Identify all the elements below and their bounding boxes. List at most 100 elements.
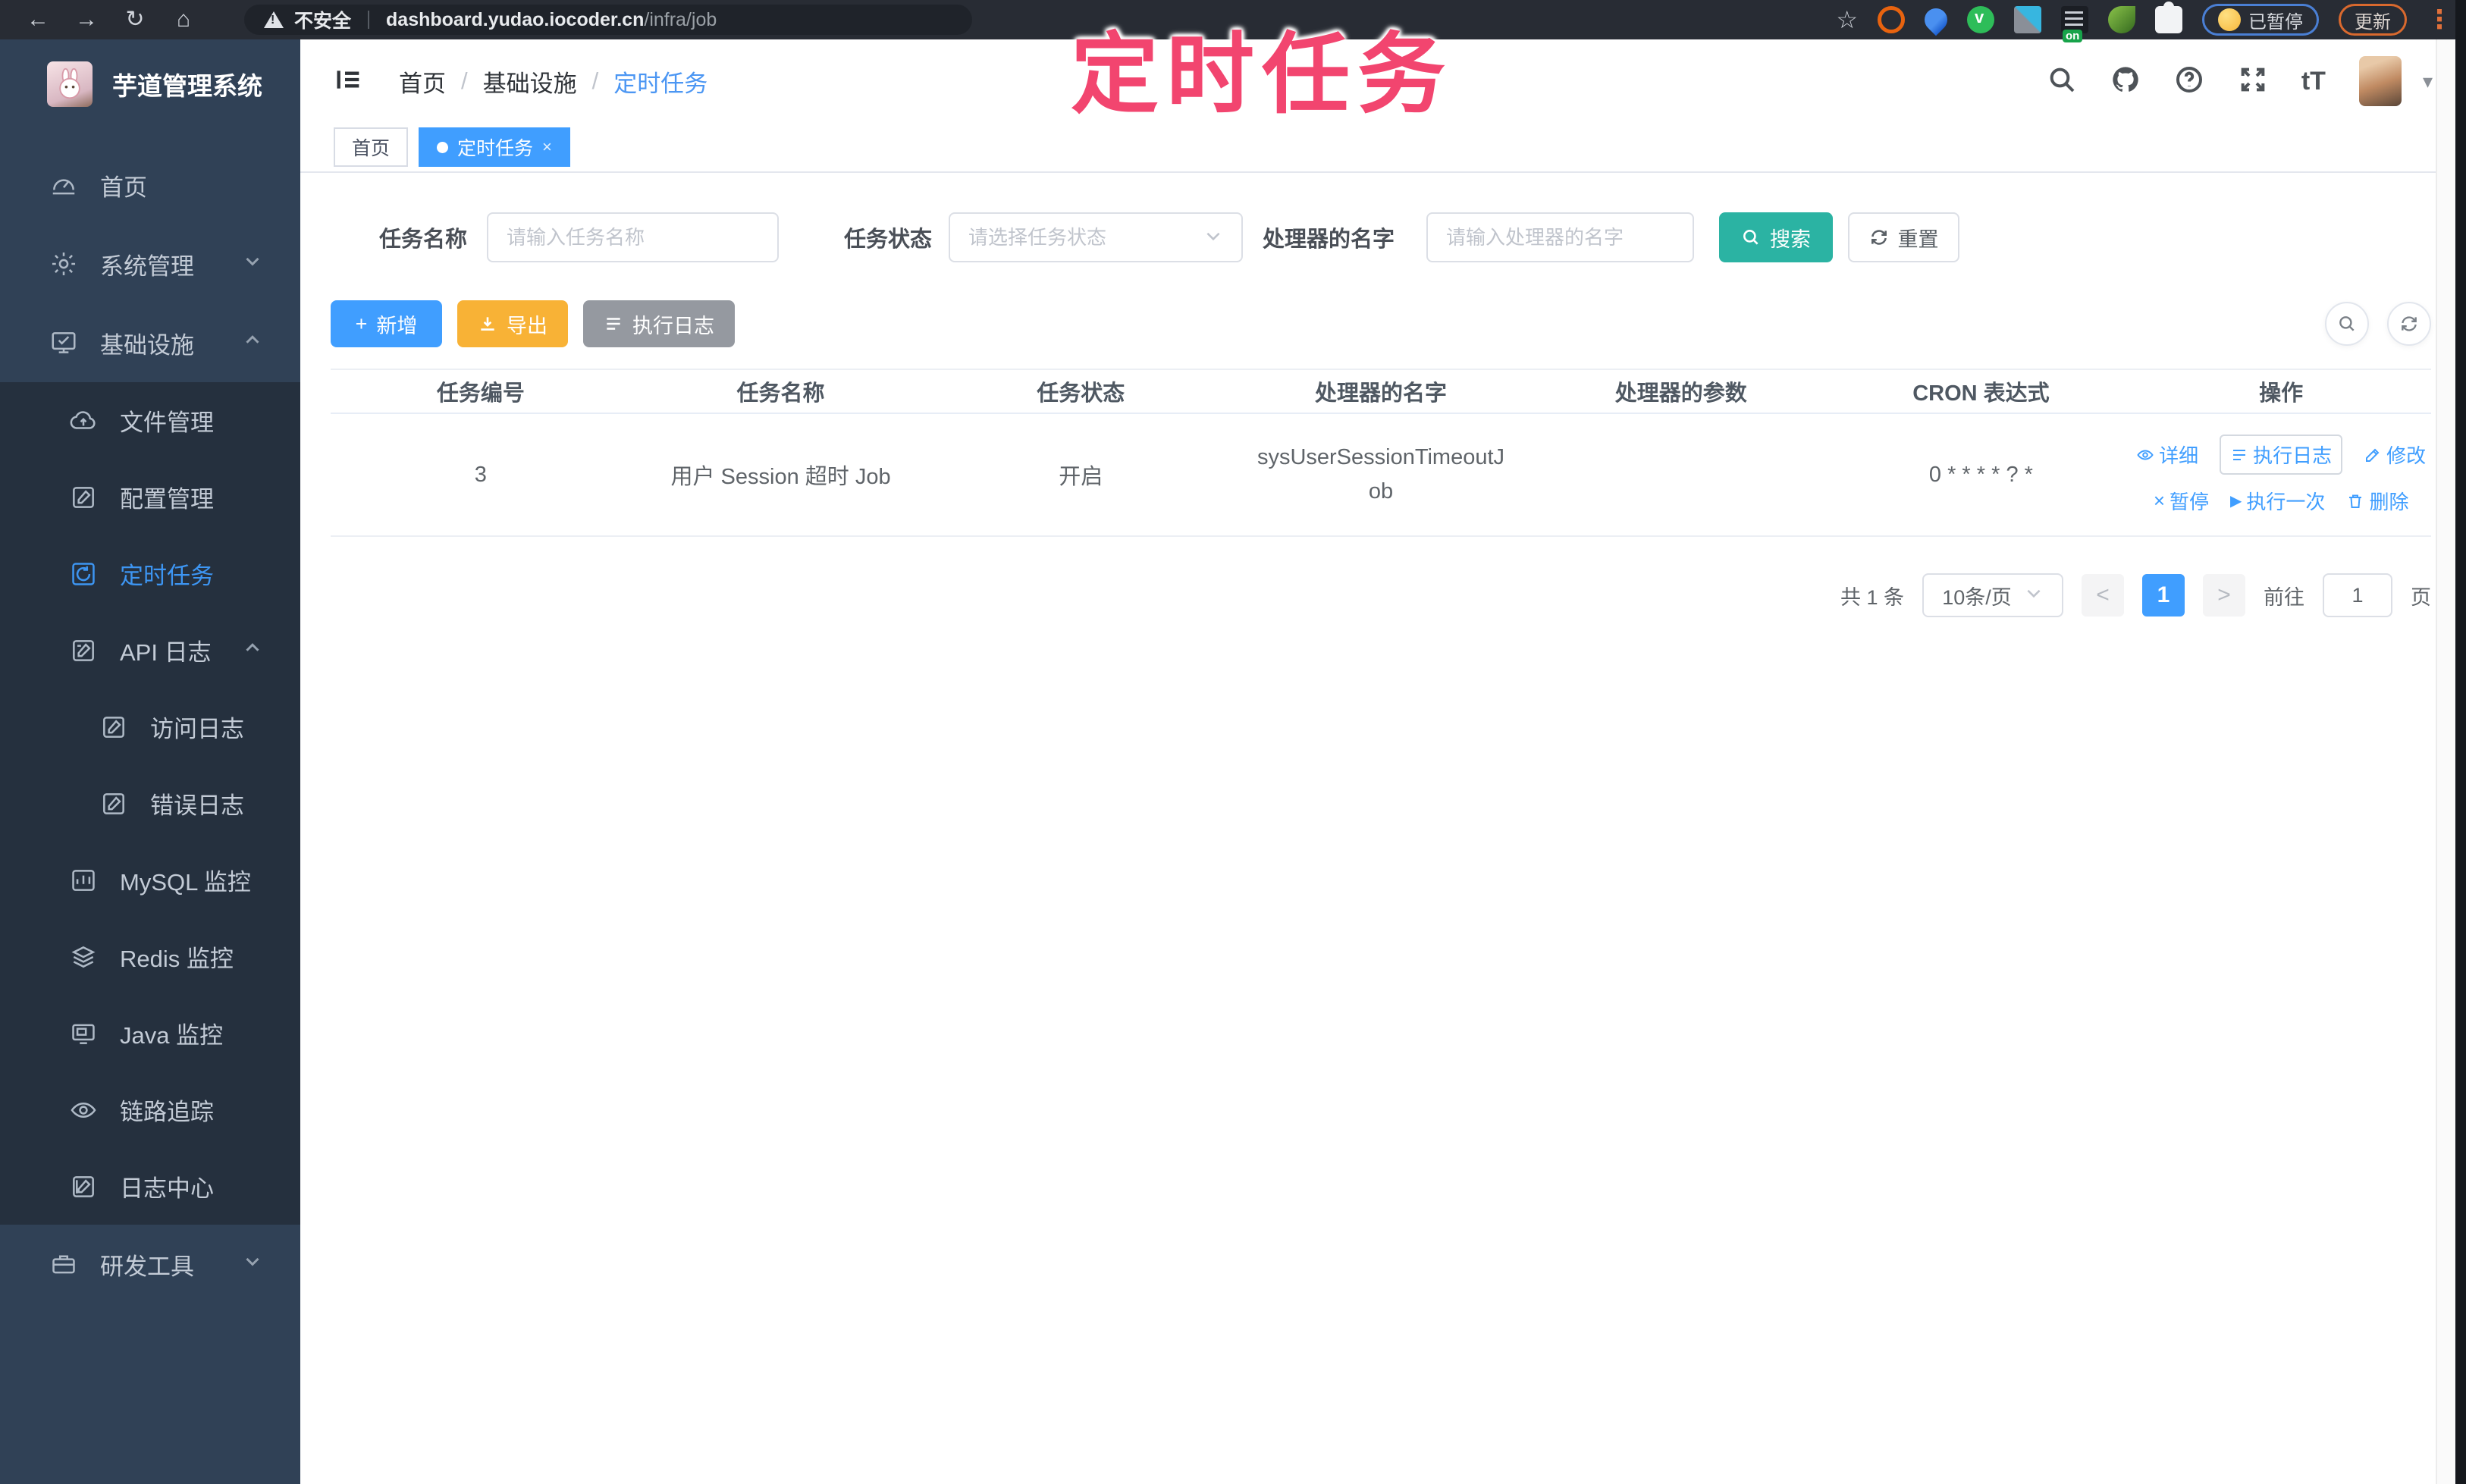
sidebar-item-7[interactable]: API 日志	[0, 612, 300, 689]
job-log-button[interactable]: 执行日志	[583, 300, 735, 347]
address-bar[interactable]: 不安全 dashboard.yudao.iocoder.cn/infra/job	[244, 5, 972, 35]
pencil-icon	[2364, 446, 2382, 464]
github-icon[interactable]	[2110, 64, 2141, 99]
show-search-circle-button[interactable]	[2325, 302, 2369, 346]
extension-orange-icon[interactable]	[1878, 6, 1905, 33]
action-删除[interactable]: 删除	[2346, 487, 2408, 515]
column-header-6: CRON 表达式	[1831, 375, 2132, 407]
browser-menu-icon[interactable]: ⋮	[2427, 5, 2452, 35]
page-1-button[interactable]: 1	[2142, 574, 2185, 617]
sidebar-item-3[interactable]: 基础设施	[0, 303, 300, 382]
job-status-label: 任务状态	[844, 221, 932, 253]
sidebar-item-15[interactable]: 研发工具	[0, 1225, 300, 1304]
action-暂停[interactable]: ×暂停	[2154, 487, 2209, 515]
help-icon[interactable]	[2174, 64, 2204, 99]
search-button[interactable]: 搜索	[1719, 212, 1833, 262]
handler-label: 处理器的名字	[1263, 221, 1395, 253]
goto-page-input[interactable]	[2323, 573, 2392, 617]
export-button[interactable]: 导出	[457, 300, 568, 347]
search-icon[interactable]	[2047, 64, 2077, 99]
access-log-icon	[97, 711, 130, 744]
sidebar-item-6[interactable]: 定时任务	[0, 535, 300, 612]
trace-eye-icon	[67, 1093, 100, 1127]
sidebar-fold-icon[interactable]	[334, 64, 364, 99]
forward-icon[interactable]: →	[62, 0, 111, 39]
fullscreen-icon[interactable]	[2238, 64, 2268, 99]
content: 任务名称 任务状态 处理器的名字 搜索	[300, 173, 2466, 1484]
active-dot	[437, 142, 448, 153]
jobs-table: 任务编号任务名称任务状态处理器的名字处理器的参数CRON 表达式操作 3 用户 …	[331, 369, 2431, 537]
job-status-select[interactable]	[949, 212, 1243, 262]
page-scrollbar[interactable]	[2436, 39, 2455, 1484]
sidebar-item-10[interactable]: MySQL 监控	[0, 842, 300, 918]
profile-chip[interactable]: 已暂停	[2202, 4, 2319, 36]
back-icon[interactable]: ←	[14, 0, 62, 39]
url-host: dashboard.yudao.iocoder.cn	[386, 9, 644, 30]
action-详细[interactable]: 详细	[2136, 441, 2198, 469]
next-page-button[interactable]: >	[2203, 574, 2245, 617]
prev-page-button[interactable]: <	[2082, 574, 2124, 617]
api-log-icon	[67, 634, 100, 667]
edit-square-icon	[67, 481, 100, 514]
sidebar-item-11[interactable]: Redis 监控	[0, 918, 300, 995]
home-icon[interactable]: ⌂	[159, 0, 208, 39]
extension-green-icon[interactable]	[1967, 6, 1994, 33]
add-button[interactable]: +新增	[331, 300, 442, 347]
column-header-3: 任务状态	[930, 375, 1231, 407]
extension-leaf-icon[interactable]	[2108, 6, 2135, 33]
breadcrumb-item-1[interactable]: 首页	[399, 64, 446, 99]
extension-pin-icon[interactable]	[1920, 4, 1952, 36]
eye-icon	[2136, 446, 2154, 464]
error-log-icon	[97, 787, 130, 820]
reset-button[interactable]: 重置	[1848, 212, 1959, 262]
update-button[interactable]: 更新	[2339, 4, 2407, 36]
close-icon[interactable]: ×	[542, 137, 552, 157]
extensions-puzzle-icon[interactable]	[2155, 6, 2182, 33]
breadcrumb-item-3[interactable]: 定时任务	[613, 64, 707, 99]
handler-input[interactable]	[1446, 226, 1674, 249]
timer-icon	[67, 557, 100, 591]
tag-1[interactable]: 首页	[334, 127, 408, 167]
column-header-4: 处理器的名字	[1231, 375, 1531, 407]
sidebar-item-13[interactable]: 链路追踪	[0, 1071, 300, 1148]
refresh-circle-button[interactable]	[2387, 302, 2431, 346]
job-name-field[interactable]	[487, 212, 779, 262]
security-warning-icon[interactable]	[264, 11, 284, 28]
sidebar-item-4[interactable]: 文件管理	[0, 382, 300, 459]
column-header-1: 任务编号	[331, 375, 631, 407]
action-执行一次[interactable]: ▶执行一次	[2230, 487, 2325, 515]
handler-field[interactable]	[1426, 212, 1694, 262]
cloud-upload-icon	[67, 404, 100, 438]
annotation-overlay-text: 定时任务	[1071, 3, 1453, 130]
gear-icon	[47, 247, 80, 281]
sidebar-item-1[interactable]: 首页	[0, 146, 300, 224]
page-size-select[interactable]: 10条/页	[1922, 573, 2063, 617]
sidebar-item-2[interactable]: 系统管理	[0, 224, 300, 303]
tag-2[interactable]: 定时任务×	[419, 127, 570, 167]
chevron-up-icon	[241, 636, 264, 665]
divider	[368, 11, 369, 29]
chevron-down-icon	[2024, 583, 2044, 608]
job-status-input[interactable]	[968, 226, 1203, 249]
breadcrumb-item-2[interactable]: 基础设施	[483, 64, 577, 99]
job-name-input[interactable]	[507, 226, 759, 249]
user-avatar[interactable]	[2359, 56, 2402, 106]
table-row: 3 用户 Session 超时 Job 开启 sysUserSessionTim…	[331, 414, 2431, 537]
trash-icon	[2346, 492, 2364, 510]
bookmark-star-icon[interactable]: ☆	[1836, 5, 1858, 34]
extension-list-icon[interactable]: on	[2061, 6, 2088, 33]
user-caret-down-icon[interactable]: ▾	[2423, 70, 2433, 93]
font-size-icon[interactable]: tT	[2301, 67, 2326, 96]
sidebar-item-12[interactable]: Java 监控	[0, 995, 300, 1071]
sidebar-item-14[interactable]: 日志中心	[0, 1148, 300, 1225]
sidebar-item-8[interactable]: 访问日志	[0, 689, 300, 765]
action-修改[interactable]: 修改	[2364, 441, 2426, 469]
extension-grid-icon[interactable]	[2014, 6, 2041, 33]
dashboard-icon	[47, 168, 80, 202]
total-count: 共 1 条	[1840, 581, 1904, 610]
sidebar-item-9[interactable]: 错误日志	[0, 765, 300, 842]
app-logo	[47, 61, 93, 107]
action-执行日志[interactable]: 执行日志	[2220, 435, 2342, 475]
reload-icon[interactable]: ↻	[111, 0, 159, 39]
sidebar-item-5[interactable]: 配置管理	[0, 459, 300, 535]
